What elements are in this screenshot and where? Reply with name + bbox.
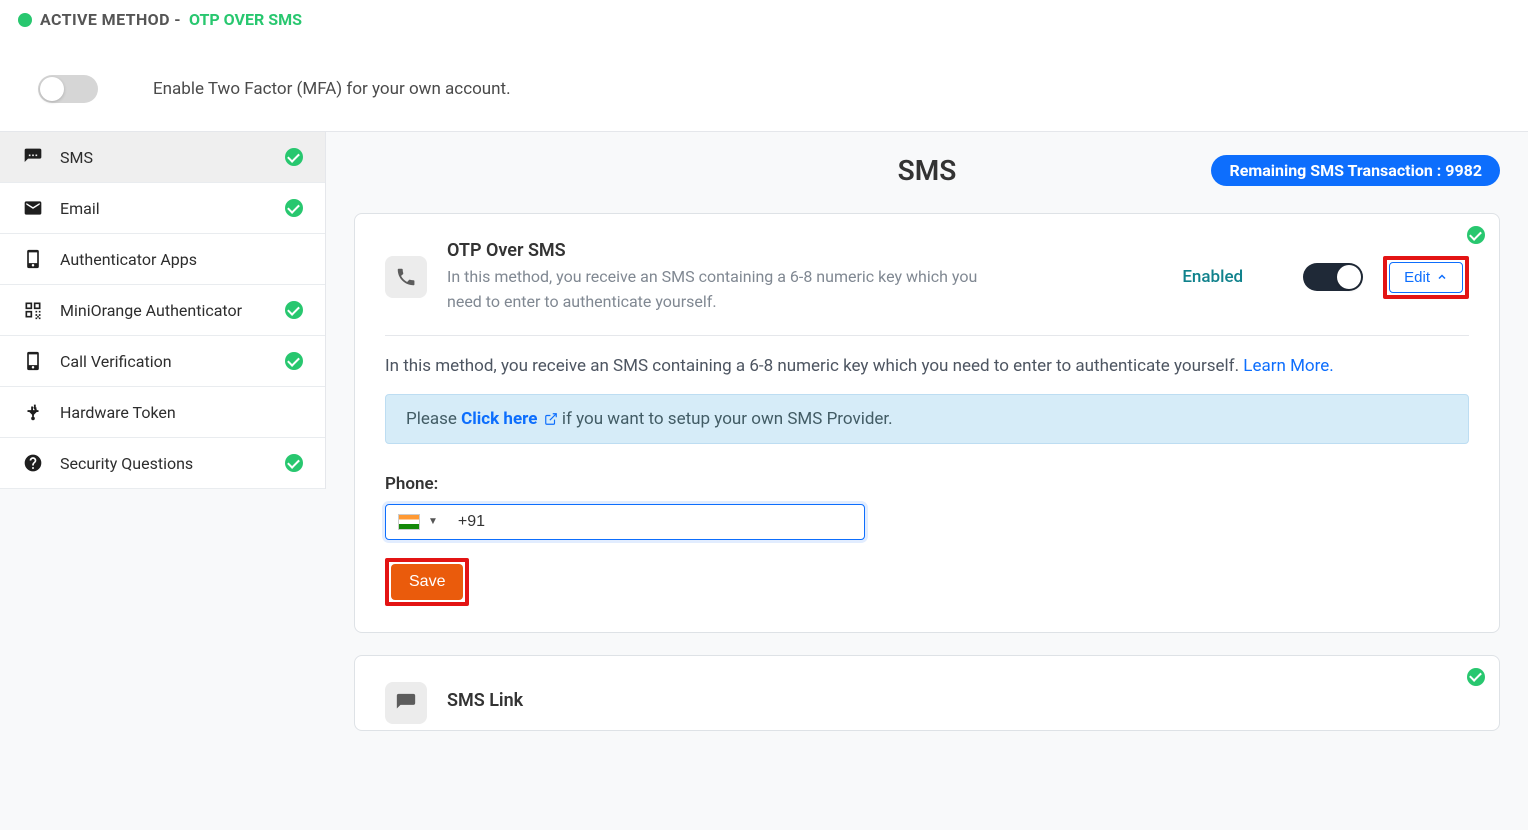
edit-button[interactable]: Edit (1389, 262, 1463, 293)
remaining-sms-badge: Remaining SMS Transaction : 9982 (1211, 155, 1500, 186)
phone-input-group[interactable]: ▼ (385, 504, 865, 540)
question-icon (22, 452, 44, 474)
check-icon (285, 454, 303, 472)
email-icon (22, 197, 44, 219)
sidebar-item-label: Call Verification (60, 352, 172, 371)
sidebar-item-authenticator-apps[interactable]: Authenticator Apps (0, 234, 325, 285)
active-method-value: OTP OVER SMS (189, 10, 302, 29)
page-title: SMS (898, 154, 957, 187)
flag-india-icon (398, 514, 420, 530)
info-suffix: if you want to setup your own SMS Provid… (562, 409, 893, 429)
highlight-box: Edit (1383, 256, 1469, 299)
usb-icon (22, 401, 44, 423)
sidebar-item-security-questions[interactable]: Security Questions (0, 438, 325, 489)
highlight-box: Save (385, 558, 469, 606)
sidebar-item-email[interactable]: Email (0, 183, 325, 234)
sidebar-item-miniorange-authenticator[interactable]: MiniOrange Authenticator (0, 285, 325, 336)
call-icon (22, 350, 44, 372)
sms-link-title: SMS Link (447, 690, 1469, 711)
edit-label: Edit (1404, 269, 1430, 286)
sidebar-item-call-verification[interactable]: Call Verification (0, 336, 325, 387)
check-icon (285, 352, 303, 370)
phone-icon (385, 256, 427, 298)
authapp-icon (22, 248, 44, 270)
mfa-description: Enable Two Factor (MFA) for your own acc… (153, 79, 511, 99)
check-icon (1467, 226, 1485, 244)
otp-card-desc: In this method, you receive an SMS conta… (447, 265, 1007, 315)
check-icon (285, 199, 303, 217)
otp-body-text-main: In this method, you receive an SMS conta… (385, 356, 1243, 376)
status-dot-icon (18, 13, 32, 27)
active-method-label: ACTIVE METHOD - (40, 10, 181, 29)
enabled-label: Enabled (1182, 267, 1243, 287)
chevron-down-icon[interactable]: ▼ (428, 516, 438, 527)
sidebar-item-hardware-token[interactable]: Hardware Token (0, 387, 325, 438)
mfa-toggle[interactable] (38, 75, 98, 103)
phone-label: Phone: (385, 474, 1469, 494)
settings-header: ACTIVE METHOD - OTP OVER SMS Enable Two … (0, 0, 1528, 132)
otp-enable-toggle[interactable] (1303, 263, 1363, 291)
info-prefix: Please (406, 409, 461, 429)
save-button[interactable]: Save (391, 564, 463, 600)
check-icon (285, 301, 303, 319)
check-icon (285, 148, 303, 166)
sms-link-icon (385, 682, 427, 724)
sidebar-item-label: MiniOrange Authenticator (60, 301, 242, 320)
sidebar: SMS Email Authenticator Apps MiniOrange Aut… (0, 132, 326, 489)
otp-over-sms-card: OTP Over SMS In this method, you receive… (354, 213, 1500, 633)
qr-icon (22, 299, 44, 321)
main-panel: SMS Remaining SMS Transaction : 9982 OTP… (326, 132, 1528, 775)
card-header: OTP Over SMS In this method, you receive… (385, 240, 1469, 336)
click-here-text: Click here (461, 409, 537, 429)
sms-provider-info-box: Please Click here if you want to setup y… (385, 394, 1469, 444)
phone-field-wrap: ▼ (385, 504, 865, 540)
sidebar-item-label: Authenticator Apps (60, 250, 197, 269)
sidebar-item-sms[interactable]: SMS (0, 132, 325, 183)
otp-card-title: OTP Over SMS (447, 240, 1162, 261)
phone-input[interactable] (446, 513, 852, 531)
card-body: In this method, you receive an SMS conta… (385, 336, 1469, 606)
title-row: SMS Remaining SMS Transaction : 9982 (354, 154, 1500, 187)
sidebar-item-label: SMS (60, 148, 93, 167)
sms-link-card: SMS Link (354, 655, 1500, 731)
card-header: SMS Link (385, 682, 1469, 724)
chevron-up-icon (1436, 271, 1448, 283)
sms-icon (22, 146, 44, 168)
check-icon (1467, 668, 1485, 686)
sidebar-item-label: Security Questions (60, 454, 193, 473)
card-title-block: OTP Over SMS In this method, you receive… (447, 240, 1162, 315)
external-link-icon (544, 412, 558, 426)
click-here-link[interactable]: Click here (461, 409, 562, 429)
learn-more-link[interactable]: Learn More. (1243, 356, 1333, 376)
otp-body-text: In this method, you receive an SMS conta… (385, 356, 1469, 376)
mfa-toggle-row: Enable Two Factor (MFA) for your own acc… (18, 61, 1510, 103)
card-right-controls: Enabled Edit (1182, 256, 1469, 299)
sidebar-item-label: Hardware Token (60, 403, 176, 422)
sidebar-item-label: Email (60, 199, 100, 218)
active-method-row: ACTIVE METHOD - OTP OVER SMS (18, 10, 1510, 29)
